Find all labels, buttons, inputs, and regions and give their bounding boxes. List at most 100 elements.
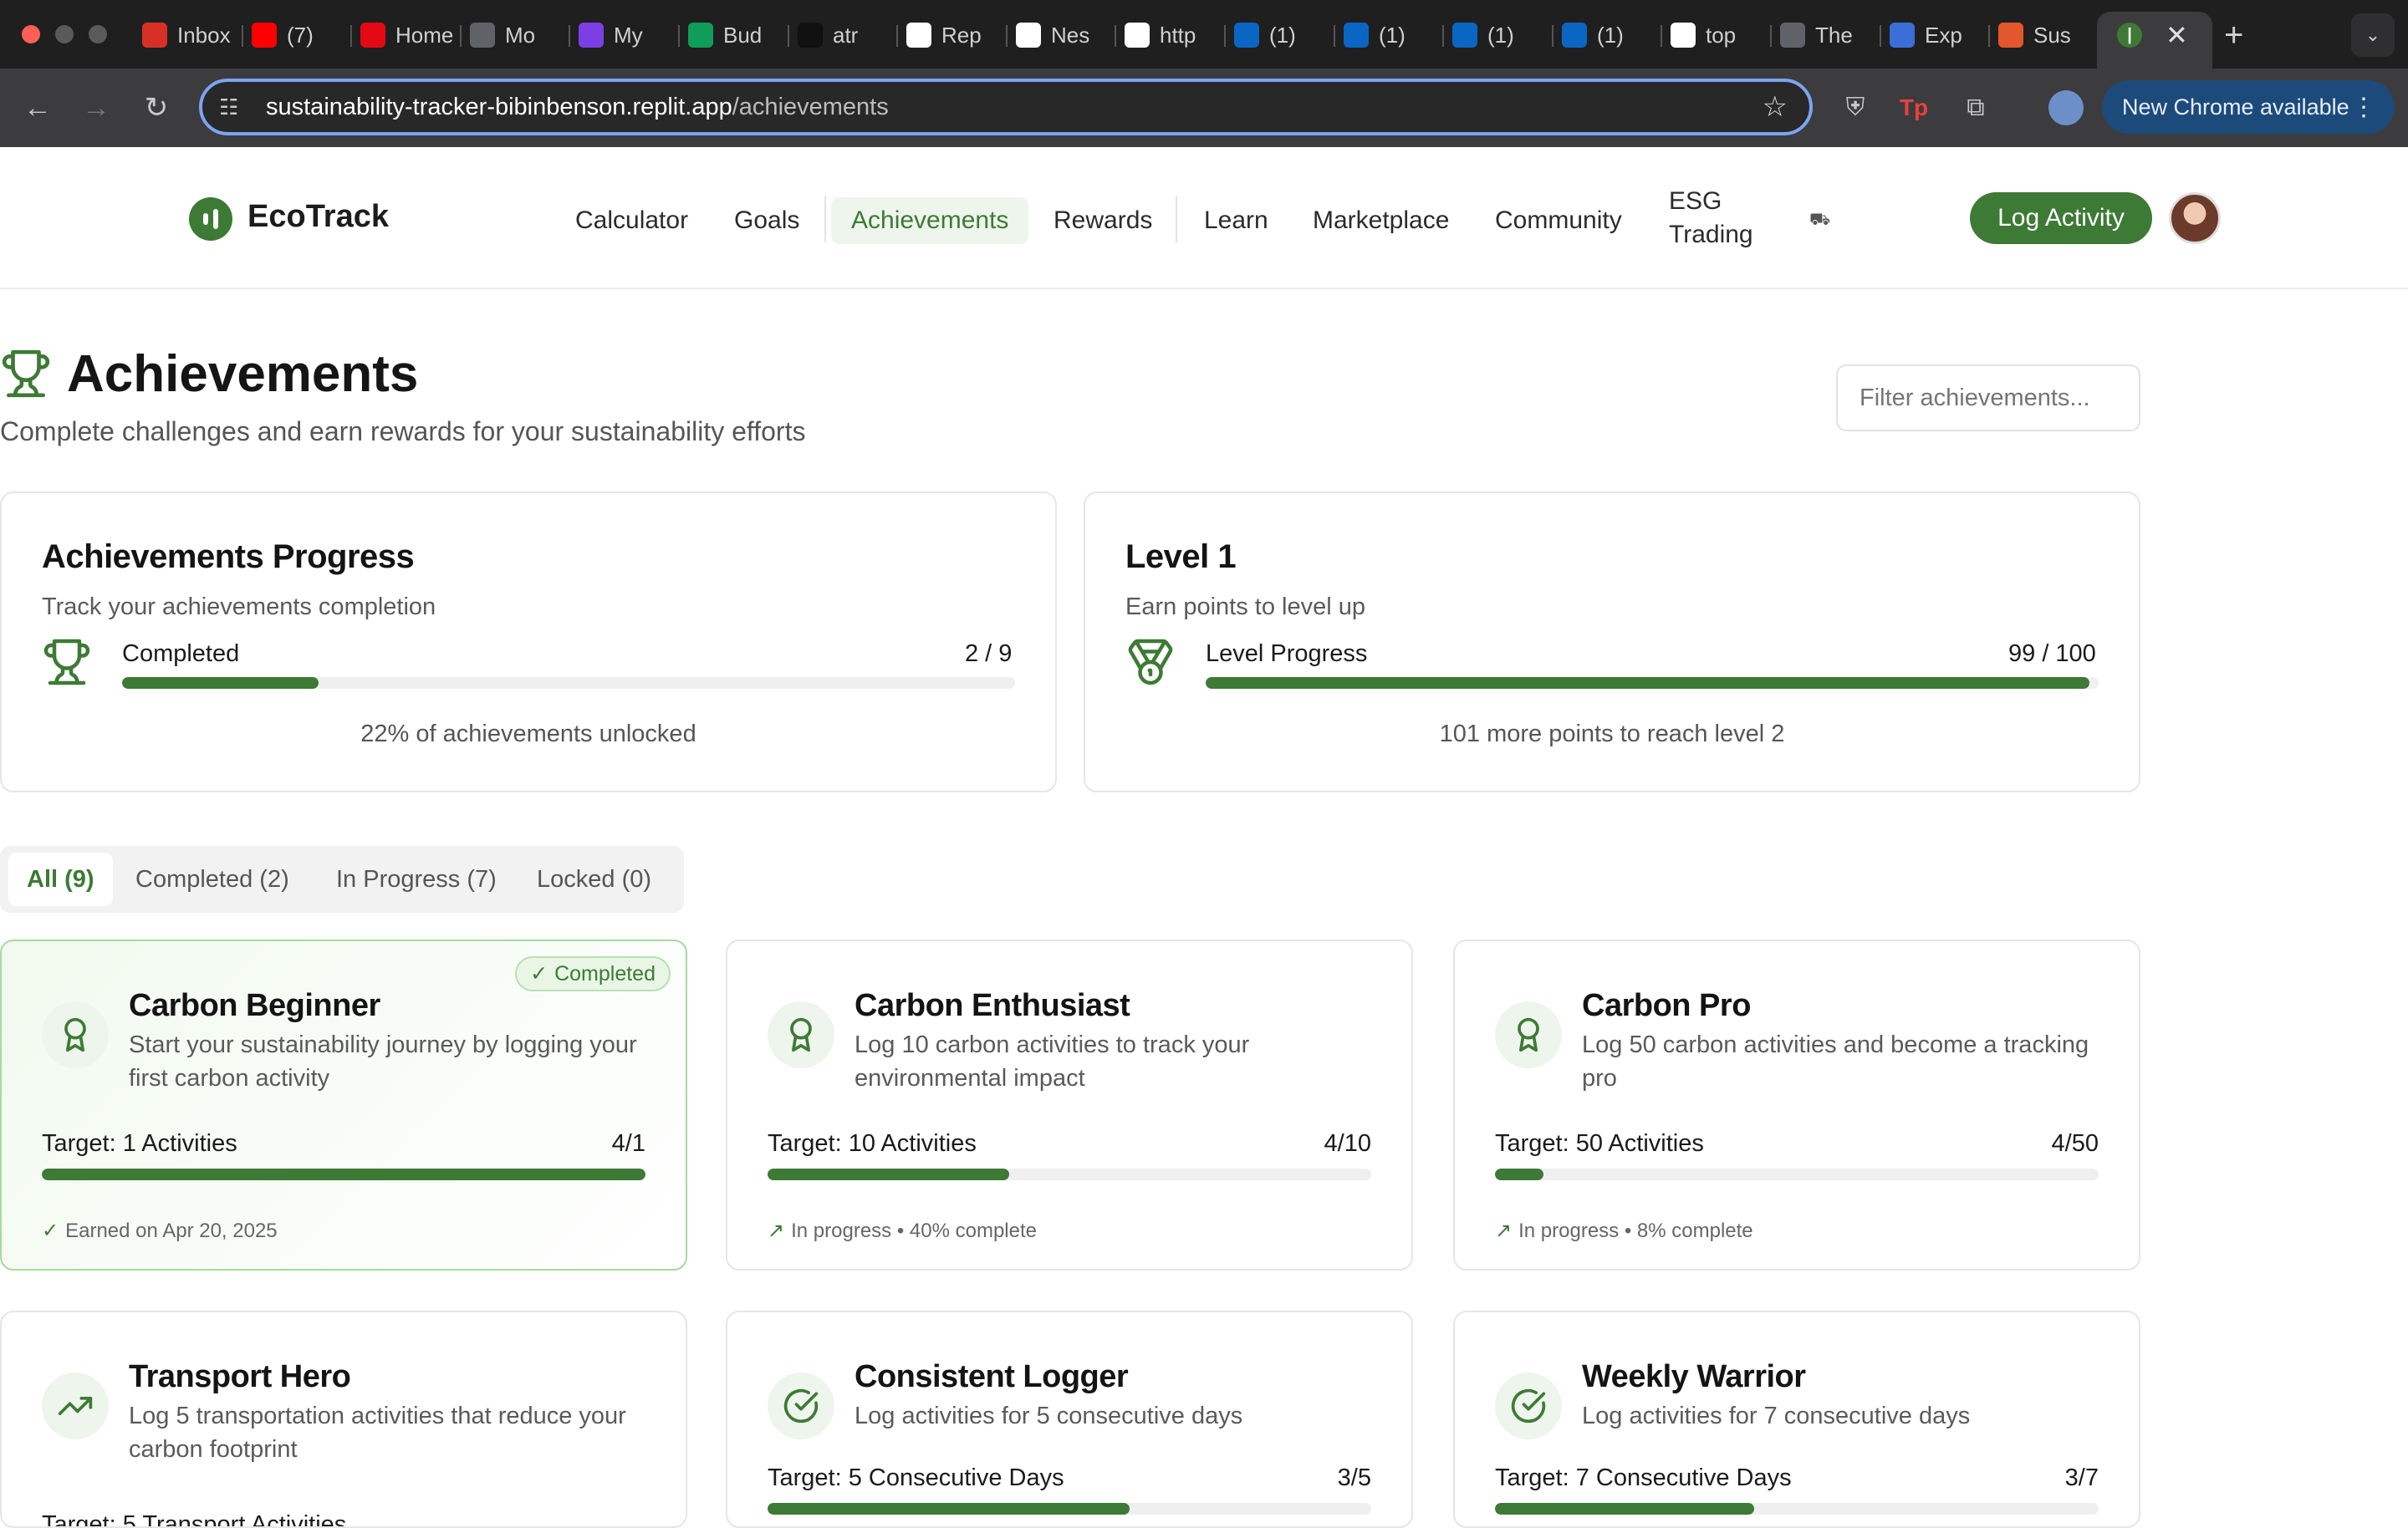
forward-icon[interactable]: →: [75, 87, 117, 129]
user-avatar[interactable]: [2169, 192, 2221, 244]
browser-tab[interactable]: (1): [1562, 17, 1654, 53]
completed-label: Completed: [122, 640, 240, 667]
close-window-button[interactable]: [22, 25, 40, 43]
site-info-icon[interactable]: ☷: [219, 94, 238, 120]
globe-icon: [470, 23, 495, 48]
browser-tab[interactable]: The: [1780, 17, 1872, 53]
achievement-target: Target: 10 Activities: [768, 1130, 977, 1157]
new-chrome-available-button[interactable]: New Chrome available ⋮: [2102, 80, 2395, 134]
achievement-progress-bar: [768, 1169, 1371, 1180]
nav-learn[interactable]: Learn: [1184, 197, 1288, 244]
page-subtitle: Complete challenges and earn rewards for…: [0, 416, 806, 446]
browser-tab[interactable]: Inbox: [142, 17, 234, 53]
url-text[interactable]: sustainability-tracker-bibinbenson.repli…: [266, 94, 889, 121]
google-icon: [1671, 23, 1696, 48]
tab-separator: [1988, 25, 1990, 47]
achievement-card[interactable]: Carbon Enthusiast Log 10 carbon activitie…: [726, 940, 1413, 1271]
truck-icon[interactable]: ⛟: [1789, 197, 1850, 244]
linkedin-icon: [1562, 23, 1587, 48]
browser-tab-title: Rep: [941, 22, 982, 48]
medal-icon: [1128, 639, 1173, 685]
address-bar[interactable]: ☷ sustainability-tracker-bibinbenson.rep…: [199, 79, 1813, 135]
tab-search-button[interactable]: ⌄: [2351, 13, 2395, 57]
browser-tab[interactable]: (1): [1452, 17, 1544, 53]
achievement-card[interactable]: Consistent Logger Log activities for 5 co…: [726, 1311, 1413, 1528]
active-tab-favicon: |: [2117, 17, 2142, 53]
browser-tab[interactable]: (7): [252, 17, 344, 53]
achievement-status-text: In progress • 40% complete: [791, 1219, 1037, 1242]
achievement-count: 4/10: [1324, 1130, 1371, 1157]
nav-achievements[interactable]: Achievements: [831, 197, 1029, 244]
progress-card-title: Achievements Progress: [42, 538, 415, 575]
check-circle-icon: [783, 1388, 819, 1424]
gmail-icon: [142, 23, 167, 48]
achievement-card[interactable]: Weekly Warrior Log activities for 7 conse…: [1453, 1311, 2140, 1528]
tab-separator: [896, 25, 898, 47]
nav-rewards[interactable]: Rewards: [1033, 197, 1172, 244]
award-icon: [790, 1017, 812, 1052]
browser-tab-title: Inbox: [177, 22, 231, 48]
browser-tab[interactable]: top: [1671, 17, 1763, 53]
browser-tab[interactable]: (1): [1344, 17, 1436, 53]
browser-tab[interactable]: Home: [360, 17, 452, 53]
browser-tab[interactable]: My: [579, 17, 671, 53]
achievement-icon-wrap: [42, 1001, 109, 1068]
achievement-target: Target: 1 Activities: [42, 1130, 237, 1157]
browser-tab[interactable]: atr: [798, 17, 890, 53]
browser-tab[interactable]: Exp: [1890, 17, 1982, 53]
trending-up-icon: ↗: [768, 1220, 785, 1242]
reload-icon[interactable]: ↻: [135, 87, 177, 129]
browser-tab[interactable]: Nes: [1016, 17, 1108, 53]
browser-tab-title: Mo: [505, 22, 536, 48]
close-tab-icon[interactable]: ✕: [2166, 17, 2188, 53]
brand-name[interactable]: EcoTrack: [247, 199, 389, 235]
nav-marketplace[interactable]: Marketplace: [1293, 197, 1469, 244]
tab-separator: [1661, 25, 1662, 47]
active-tab[interactable]: [2097, 12, 2212, 69]
browser-tab[interactable]: Sus: [1998, 17, 2090, 53]
log-activity-button[interactable]: Log Activity: [1970, 192, 2152, 244]
trophy-icon: [43, 639, 90, 685]
nav-esg-trading[interactable]: ESG Trading: [1649, 181, 1774, 256]
browser-tab-title: Nes: [1051, 22, 1090, 48]
tab-completed[interactable]: Completed (2): [117, 853, 308, 906]
achievement-count: 3/7: [2064, 1464, 2099, 1491]
new-tab-button[interactable]: +: [2224, 17, 2243, 53]
tab-in-progress[interactable]: In Progress (7): [318, 853, 515, 906]
tp-extension-icon[interactable]: Tp: [1893, 87, 1935, 129]
browser-tab[interactable]: http: [1125, 17, 1217, 53]
award-icon: [64, 1017, 86, 1052]
profile-avatar-icon[interactable]: [2045, 87, 2087, 129]
ecotrack-logo-icon[interactable]: [189, 197, 232, 241]
minimize-window-button[interactable]: [55, 25, 74, 43]
browser-tab[interactable]: Rep: [906, 17, 998, 53]
nav-community[interactable]: Community: [1475, 197, 1642, 244]
nav-goals[interactable]: Goals: [714, 197, 819, 244]
progress-card-subtitle: Track your achievements completion: [42, 593, 436, 620]
more-menu-icon[interactable]: ⋮: [2351, 93, 2376, 122]
tab-all[interactable]: All (9): [8, 853, 113, 906]
zoom-window-button[interactable]: [89, 25, 107, 43]
level-progress-label: Level Progress: [1206, 640, 1368, 667]
browser-tab[interactable]: Mo: [470, 17, 562, 53]
browser-tab[interactable]: (1): [1234, 17, 1326, 53]
filter-achievements-input[interactable]: [1836, 364, 2140, 431]
browser-tab[interactable]: Bud: [688, 17, 780, 53]
achievement-title: Transport Hero: [129, 1359, 351, 1394]
back-icon[interactable]: ←: [17, 87, 59, 129]
nav-calculator[interactable]: Calculator: [555, 197, 708, 244]
linkedin-icon: [1452, 23, 1477, 48]
app-icon: [1890, 23, 1915, 48]
puzzle-extensions-icon[interactable]: ⧉: [1955, 87, 1997, 129]
tab-locked[interactable]: Locked (0): [518, 853, 670, 906]
progress-note: 22% of achievements unlocked: [360, 721, 696, 747]
achievement-card[interactable]: ✓ Completed Carbon Beginner Start your sust…: [0, 940, 687, 1271]
check-circle-icon: [1511, 1388, 1546, 1424]
achievement-card[interactable]: Transport Hero Log 5 transportation activ…: [0, 1311, 687, 1528]
achievement-icon-wrap: [1495, 1373, 1562, 1439]
bookmark-star-icon[interactable]: ☆: [1763, 90, 1788, 124]
tab-separator: [788, 25, 789, 47]
achievement-card[interactable]: Carbon Pro Log 50 carbon activities and b…: [1453, 940, 2140, 1271]
tab-separator: [242, 25, 243, 47]
shield-extension-icon[interactable]: ⛨: [1834, 87, 1876, 129]
